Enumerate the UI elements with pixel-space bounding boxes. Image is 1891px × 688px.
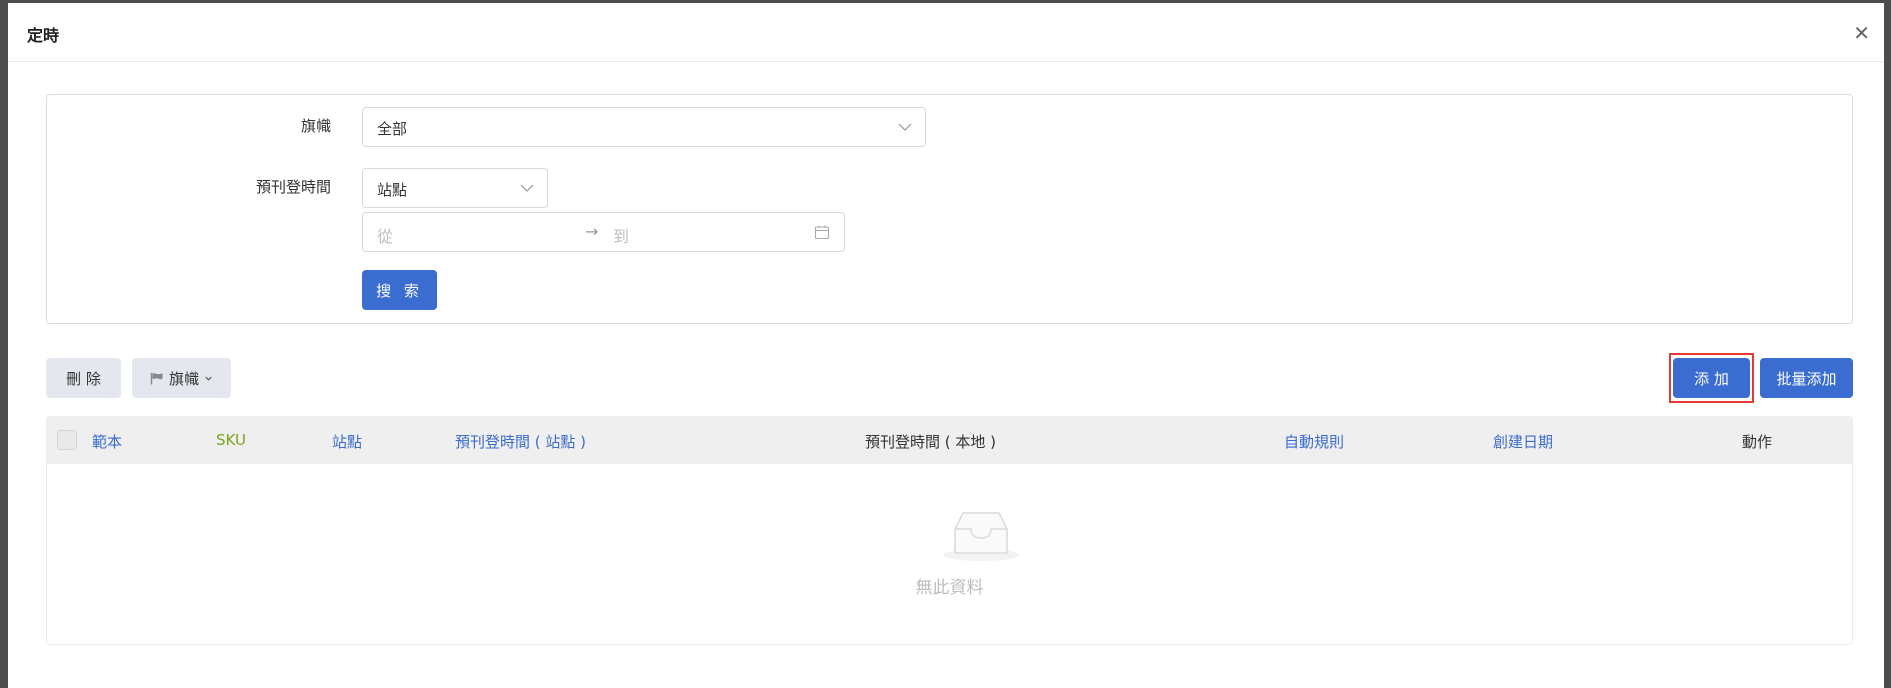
modal-header: 定時 ✕ [8, 3, 1884, 62]
chevron-down-icon [520, 184, 534, 192]
calendar-icon [814, 225, 830, 240]
delete-button[interactable]: 刪 除 [46, 358, 121, 398]
column-header-template[interactable]: 範本 [92, 431, 122, 452]
schedule-modal: 定時 ✕ 旗幟 全部 預刊登時間 站點 從 → 到 搜 索 刪 除 旗幟 添 加… [8, 3, 1884, 688]
column-header-sku[interactable]: SKU [216, 431, 246, 449]
select-all-checkbox[interactable] [57, 430, 77, 450]
timezone-select[interactable]: 站點 [362, 168, 548, 208]
chevron-down-icon [205, 376, 212, 381]
column-header-created-date[interactable]: 創建日期 [1493, 431, 1553, 452]
modal-title: 定時 [27, 26, 60, 45]
date-range-picker[interactable]: 從 → 到 [362, 212, 845, 252]
search-button[interactable]: 搜 索 [362, 270, 437, 310]
flag-select[interactable]: 全部 [362, 107, 926, 147]
date-to-input[interactable]: 到 [613, 223, 629, 247]
close-icon[interactable]: ✕ [1853, 21, 1870, 45]
flag-filter-label: 旗幟 [300, 117, 331, 135]
column-header-schedule-site[interactable]: 預刊登時間 ( 站點 ) [455, 431, 586, 452]
flag-menu-label: 旗幟 [168, 369, 199, 388]
filter-panel: 旗幟 全部 預刊登時間 站點 從 → 到 搜 索 [46, 94, 1853, 324]
empty-inbox-icon [943, 512, 1019, 561]
table-header: 範本 SKU 站點 預刊登時間 ( 站點 ) 預刊登時間 ( 本地 ) 自動規則… [47, 417, 1852, 464]
flag-icon [151, 372, 163, 384]
column-header-auto-rule[interactable]: 自動規則 [1284, 431, 1344, 452]
add-button[interactable]: 添 加 [1673, 358, 1750, 398]
column-header-schedule-local: 預刊登時間 ( 本地 ) [865, 433, 997, 451]
arrow-right-icon: → [585, 222, 599, 241]
empty-state-text: 無此資料 [915, 578, 984, 598]
date-from-input[interactable]: 從 [377, 223, 393, 247]
schedule-filter-label: 預刊登時間 [255, 178, 331, 196]
schedule-table: 範本 SKU 站點 預刊登時間 ( 站點 ) 預刊登時間 ( 本地 ) 自動規則… [46, 416, 1853, 645]
batch-add-button[interactable]: 批量添加 [1760, 358, 1853, 398]
column-header-action: 動作 [1742, 433, 1773, 451]
flag-select-value: 全部 [377, 120, 408, 138]
timezone-select-value: 站點 [377, 181, 408, 199]
column-header-site[interactable]: 站點 [332, 431, 362, 452]
flag-menu-button[interactable]: 旗幟 [132, 358, 231, 398]
chevron-down-icon [898, 123, 912, 131]
